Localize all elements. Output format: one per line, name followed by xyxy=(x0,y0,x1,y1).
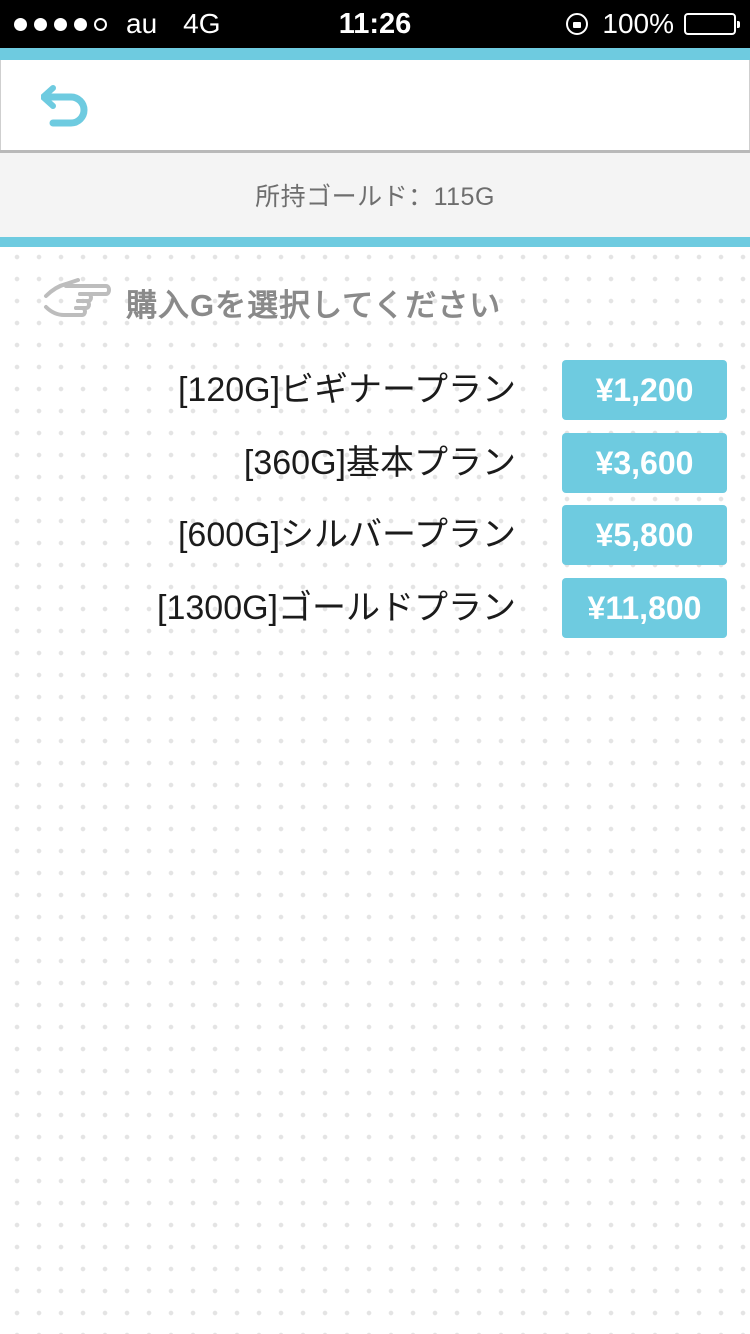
nav-bar xyxy=(0,60,750,150)
bottom-accent-bar xyxy=(0,237,750,247)
plan-price-button[interactable]: ¥1,200 xyxy=(562,360,727,420)
plan-row: [600G]シルバープラン ¥5,800 xyxy=(0,505,750,565)
plan-row: [120G]ビギナープラン ¥1,200 xyxy=(0,360,750,420)
battery-percent: 100% xyxy=(602,8,674,39)
back-button[interactable] xyxy=(40,78,97,128)
top-accent-bar xyxy=(0,48,750,60)
plan-row: [360G]基本プラン ¥3,600 xyxy=(0,433,750,493)
rotation-lock-icon xyxy=(566,13,589,35)
gold-balance-label: 所持ゴールド：115G xyxy=(255,183,495,211)
plan-name: [600G]シルバープラン xyxy=(177,516,516,554)
status-right: 100% xyxy=(566,0,740,48)
pointing-hand-icon xyxy=(44,278,111,317)
battery-icon xyxy=(684,13,740,35)
plan-name: [120G]ビギナープラン xyxy=(177,371,516,409)
status-bar: au 4G 11:26 100% xyxy=(0,0,750,48)
plan-price-button[interactable]: ¥5,800 xyxy=(562,505,727,565)
plan-name: [1300G]ゴールドプラン xyxy=(157,589,516,627)
undo-arrow-icon xyxy=(40,85,88,127)
plan-price-button[interactable]: ¥3,600 xyxy=(562,433,727,493)
plan-name: [360G]基本プラン xyxy=(243,444,516,482)
instruction: 購入Gを選択してください xyxy=(40,270,501,334)
plan-price-button[interactable]: ¥11,800 xyxy=(562,578,727,638)
plan-row: [1300G]ゴールドプラン ¥11,800 xyxy=(0,578,750,638)
instruction-text: 購入Gを選択してください xyxy=(126,287,502,323)
gold-balance-bar: 所持ゴールド：115G xyxy=(0,153,750,237)
screen: au 4G 11:26 100% 所持ゴールド：115G 購入Gを選択してくださ… xyxy=(0,0,750,1334)
